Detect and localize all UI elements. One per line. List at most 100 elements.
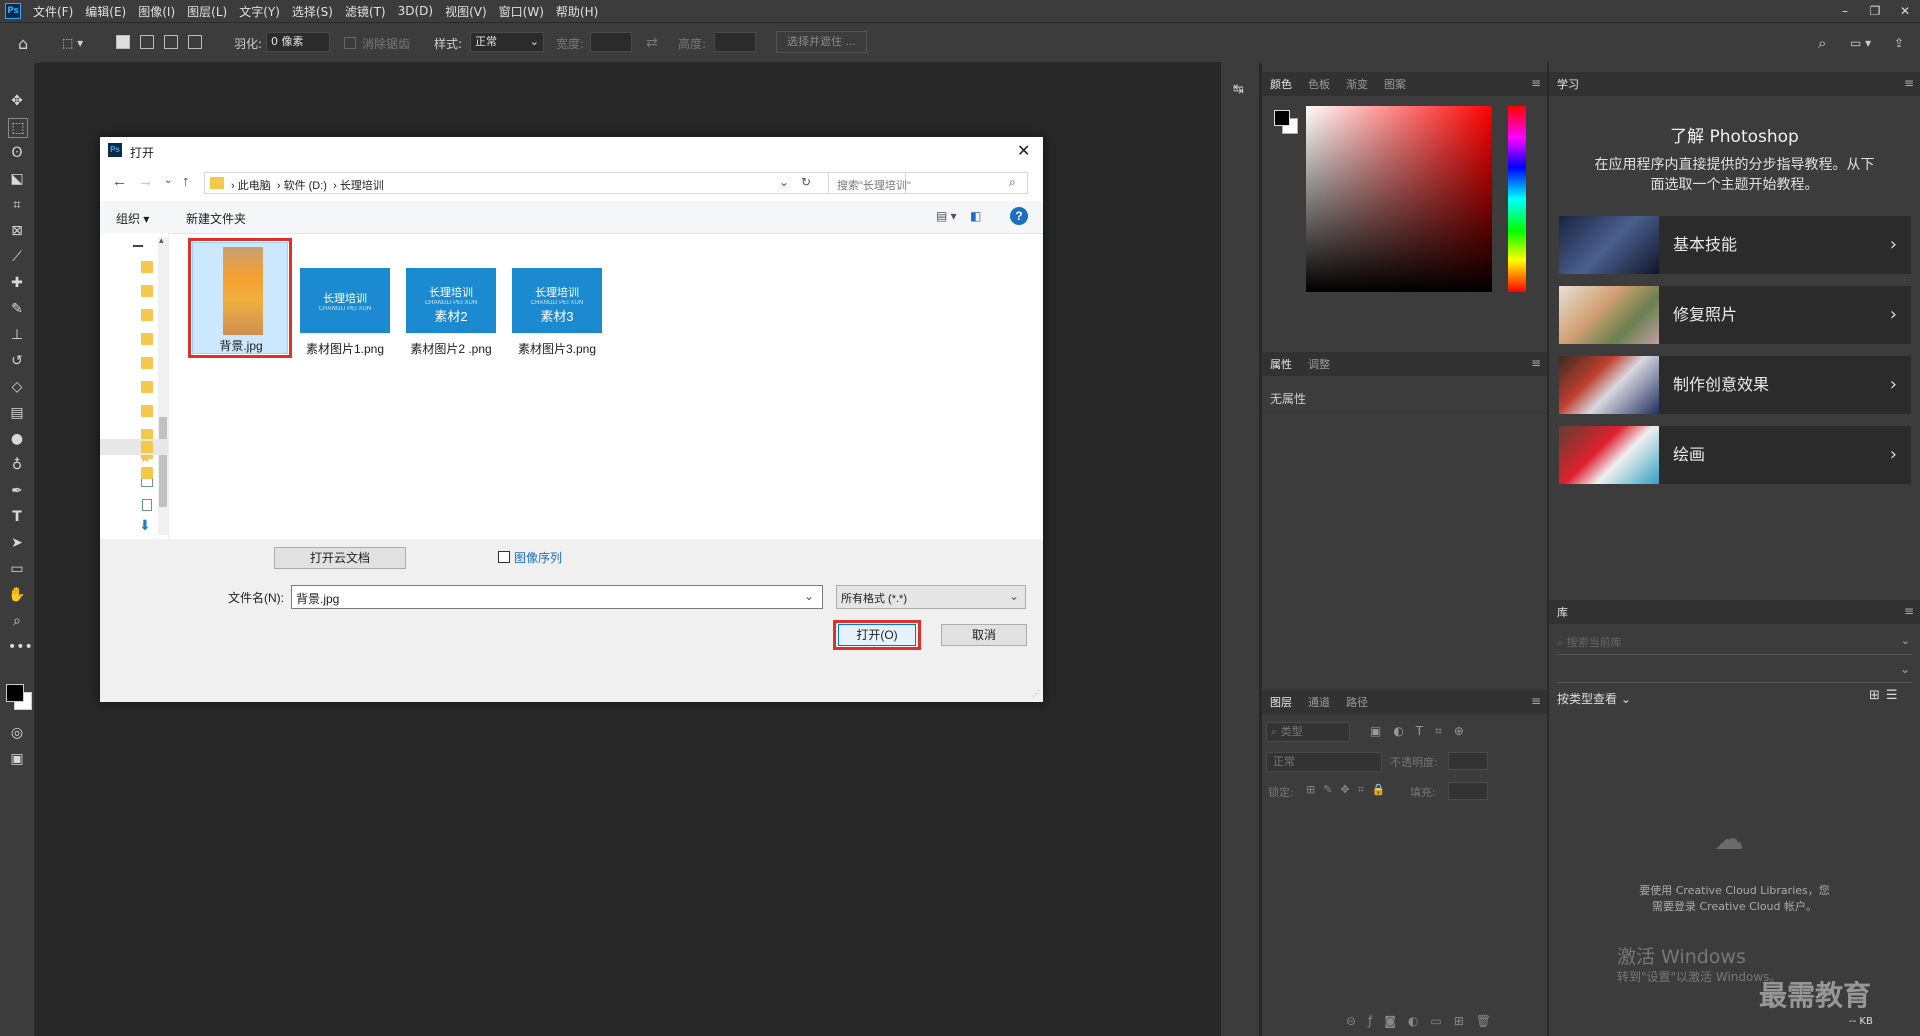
preview-pane-icon[interactable]: ◧ <box>970 209 981 223</box>
layer-kind-filter[interactable]: ⌕ 类型 <box>1266 722 1350 742</box>
breadcrumb-folder[interactable]: 长理培训 <box>340 180 384 192</box>
rectangular-marquee-icon[interactable]: ⬚ <box>8 118 28 138</box>
eraser-icon[interactable]: ◇ <box>8 378 26 396</box>
folder-icon[interactable] <box>141 333 153 345</box>
recent-locations-icon[interactable]: ⌄ <box>164 175 172 186</box>
folder-icon[interactable] <box>141 381 153 393</box>
move-tool-icon[interactable]: ✥ <box>8 92 26 110</box>
antialias-checkbox-label[interactable]: 消除锯齿 <box>344 23 410 63</box>
menu-select[interactable]: 选择(S) <box>286 3 339 20</box>
minimize-button[interactable]: – <box>1830 0 1860 22</box>
hue-slider[interactable] <box>1508 106 1526 292</box>
file-thumbnail-2[interactable]: 长理培训 CHANGLI PEI XUN 素材2 <box>406 268 496 333</box>
crop-icon[interactable]: ⌗ <box>8 196 26 214</box>
collapse-icon[interactable] <box>133 245 143 247</box>
library-search-input[interactable]: ⌕ 搜索当前库 ⌄ <box>1557 634 1912 655</box>
back-arrow-icon[interactable]: ← <box>112 173 127 190</box>
breadcrumb-drive[interactable]: 软件 (D:) <box>284 180 327 192</box>
clone-stamp-icon[interactable]: ⊥ <box>8 326 26 344</box>
quick-mask-icon[interactable]: ◎ <box>8 724 26 742</box>
chevron-down-icon[interactable]: ⌄ <box>804 589 814 603</box>
file-name[interactable]: 素材图片3.png <box>502 340 612 357</box>
workspace-icon[interactable]: ▭ ▾ <box>1850 23 1871 63</box>
open-cloud-doc-button[interactable]: 打开云文档 <box>274 547 406 569</box>
history-panel-icon[interactable]: ↹ <box>1233 82 1244 97</box>
panel-menu-icon[interactable]: ≡ <box>1904 76 1914 90</box>
breadcrumb-this-pc[interactable]: 此电脑 <box>238 180 271 192</box>
folder-icon[interactable] <box>141 261 153 273</box>
tab-adjustments[interactable]: 调整 <box>1300 356 1338 372</box>
hand-icon[interactable]: ✋ <box>8 586 26 604</box>
menu-filter[interactable]: 滤镜(T) <box>339 3 392 20</box>
view-options-icon[interactable]: ▤ ▾ <box>936 209 957 223</box>
search-icon[interactable]: ⌕ <box>1818 23 1826 63</box>
more-tools-icon[interactable]: ••• <box>8 638 33 656</box>
menu-help[interactable]: 帮助(H) <box>550 3 604 20</box>
close-button[interactable]: ✕ <box>1890 0 1920 22</box>
pen-icon[interactable]: ✒ <box>8 482 26 500</box>
folder-icon[interactable] <box>141 285 153 297</box>
tab-color[interactable]: 颜色 <box>1262 76 1300 92</box>
folder-icon[interactable] <box>141 441 153 453</box>
tab-learn[interactable]: 学习 <box>1549 76 1587 92</box>
foreground-color-swatch[interactable] <box>1274 110 1290 126</box>
dodge-icon[interactable]: ♁ <box>8 456 26 474</box>
menu-type[interactable]: 文字(Y) <box>233 3 286 20</box>
history-brush-icon[interactable]: ↺ <box>8 352 26 370</box>
style-select[interactable]: 正常 ⌄ <box>470 32 544 52</box>
address-dropdown-icon[interactable]: ⌄ <box>779 175 789 189</box>
swap-icon[interactable]: ⇄ <box>646 23 658 63</box>
learn-item-creative-effects[interactable]: 制作创意效果 › <box>1559 356 1911 414</box>
panel-menu-icon[interactable]: ≡ <box>1531 356 1541 370</box>
rectangle-shape-icon[interactable]: ▭ <box>8 560 26 578</box>
marquee-preset-icon[interactable]: ⬚ ▾ <box>62 23 83 63</box>
library-view-toggle-icons[interactable]: ⊞☰ <box>1869 688 1904 703</box>
healing-brush-icon[interactable]: ✚ <box>8 274 26 292</box>
panel-menu-icon[interactable]: ≡ <box>1531 694 1541 708</box>
object-select-icon[interactable]: ⬕ <box>8 170 26 188</box>
forward-arrow-icon[interactable]: → <box>138 173 153 190</box>
tab-gradients[interactable]: 渐变 <box>1338 76 1376 92</box>
layer-action-icons[interactable]: ⊝ƒ◙◐▭⊞🗑 <box>1346 1014 1503 1028</box>
learn-item-painting[interactable]: 绘画 › <box>1559 426 1911 484</box>
new-folder-button[interactable]: 新建文件夹 <box>186 210 246 227</box>
share-icon[interactable]: ⇪ <box>1894 23 1904 63</box>
menu-edit[interactable]: 编辑(E) <box>79 3 132 20</box>
restore-button[interactable]: ❐ <box>1860 0 1890 22</box>
file-thumbnail-1[interactable]: 长理培训 CHANGLI PEI XUN <box>300 268 390 333</box>
gradient-icon[interactable]: ▤ <box>8 404 26 422</box>
open-button[interactable]: 打开(O) <box>838 624 916 646</box>
tab-layers[interactable]: 图层 <box>1262 694 1300 710</box>
dialog-close-icon[interactable]: ✕ <box>1017 141 1030 161</box>
type-icon[interactable]: T <box>8 508 26 526</box>
height-input[interactable] <box>714 32 756 52</box>
new-selection-icon[interactable] <box>116 35 130 49</box>
image-sequence-checkbox[interactable] <box>498 551 510 563</box>
up-arrow-icon[interactable]: ↑ <box>182 173 190 190</box>
width-input[interactable] <box>590 32 632 52</box>
menu-3d[interactable]: 3D(D) <box>392 4 439 18</box>
blend-mode-select[interactable]: 正常 <box>1266 752 1382 772</box>
tab-patterns[interactable]: 图案 <box>1376 76 1414 92</box>
menu-view[interactable]: 视图(V) <box>439 3 493 20</box>
refresh-icon[interactable]: ↻ <box>801 175 811 189</box>
feather-input[interactable]: 0 像素 <box>266 32 330 52</box>
screen-mode-icon[interactable]: ▣ <box>8 750 26 768</box>
subtract-selection-icon[interactable] <box>164 35 178 49</box>
nav-scrollbar[interactable]: ▴ <box>158 235 168 535</box>
learn-item-fix-photos[interactable]: 修复照片 › <box>1559 286 1911 344</box>
filename-input[interactable]: 背景.jpg ⌄ <box>291 585 823 609</box>
tab-channels[interactable]: 通道 <box>1300 694 1338 710</box>
add-selection-icon[interactable] <box>140 35 154 49</box>
learn-item-basics[interactable]: 基本技能 › <box>1559 216 1911 274</box>
select-and-mask-button[interactable]: 选择并遮住 ... <box>776 31 867 53</box>
panel-menu-icon[interactable]: ≡ <box>1904 604 1914 618</box>
folder-icon[interactable] <box>141 467 153 479</box>
panel-menu-icon[interactable]: ≡ <box>1531 76 1541 90</box>
tab-properties[interactable]: 属性 <box>1262 356 1300 372</box>
brush-icon[interactable]: ✎ <box>8 300 26 318</box>
zoom-icon[interactable]: ⌕ <box>8 612 26 630</box>
file-name[interactable]: 素材图片2 .png <box>396 340 506 357</box>
folder-icon[interactable] <box>141 357 153 369</box>
path-select-icon[interactable]: ➤ <box>8 534 26 552</box>
